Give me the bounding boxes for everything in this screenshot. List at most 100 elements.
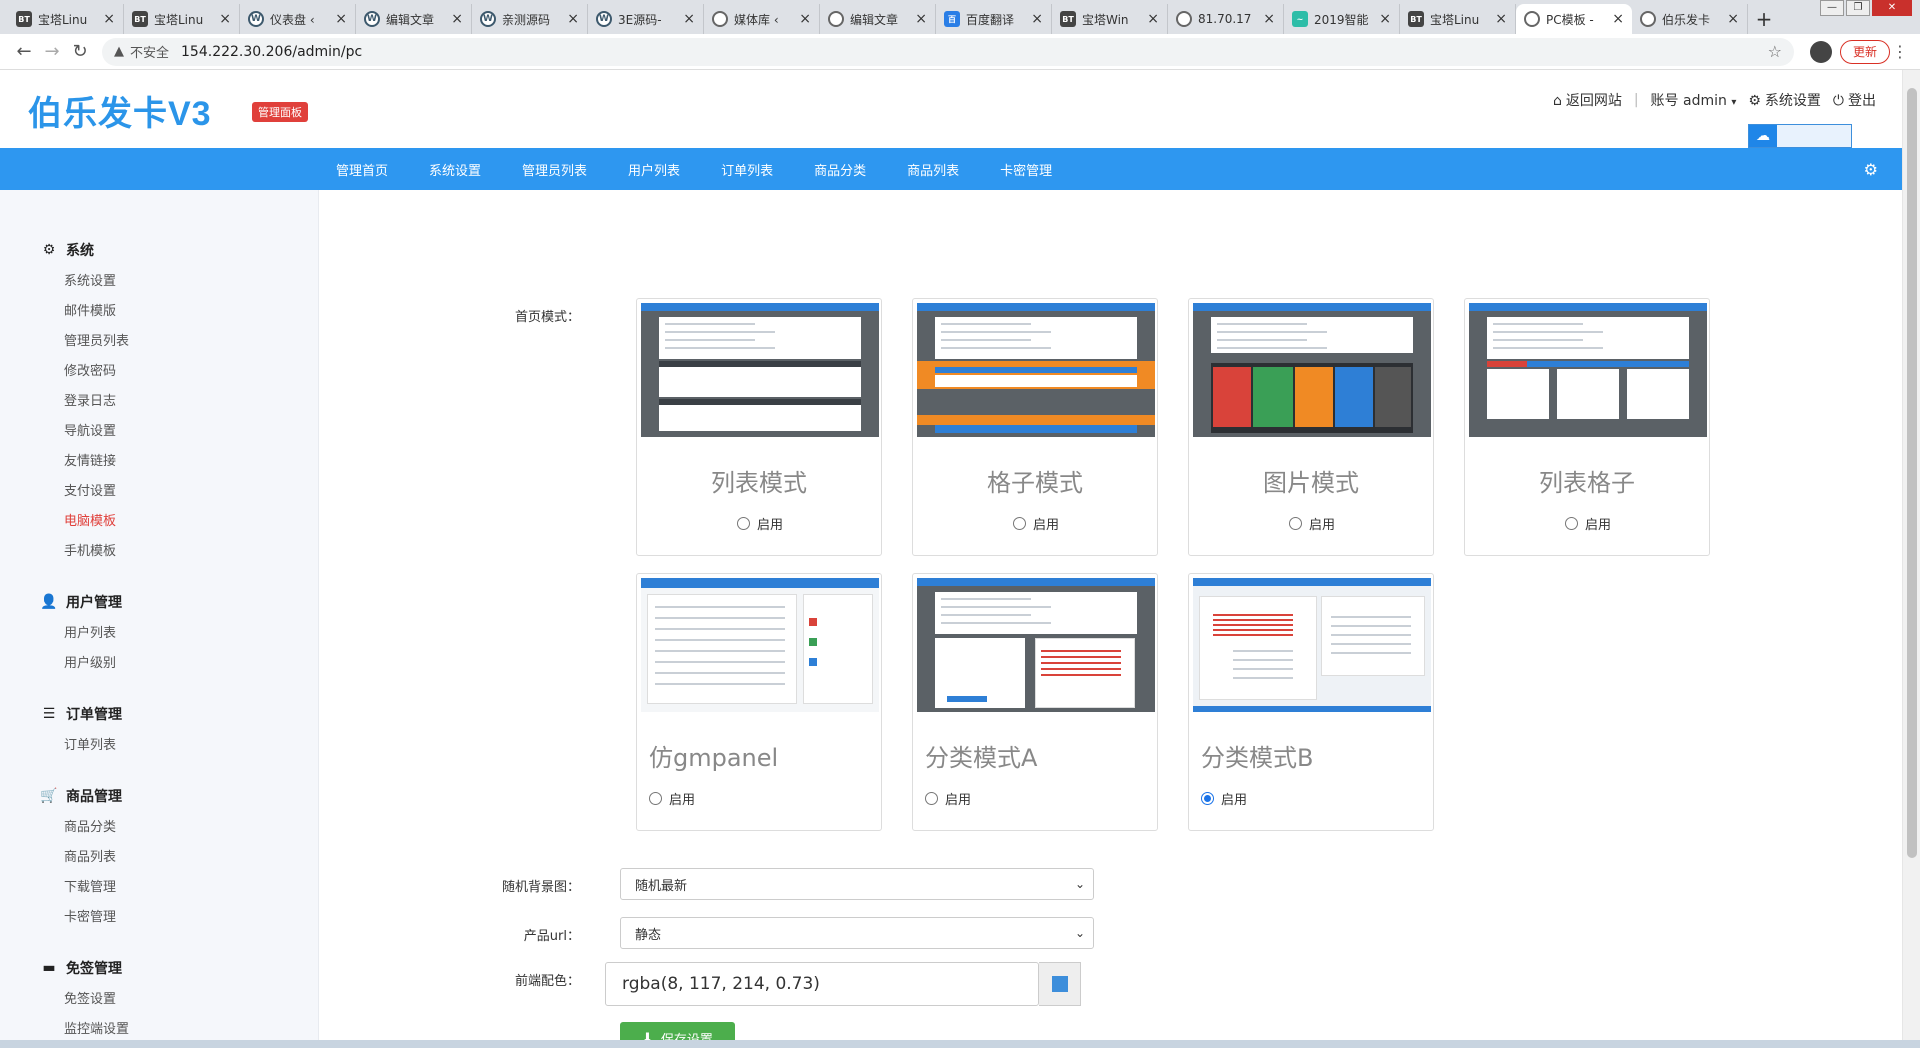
- template-card[interactable]: 列表格子 启用: [1464, 298, 1710, 556]
- topnav-item[interactable]: 商品列表: [907, 160, 959, 179]
- sidebar-item[interactable]: 支付设置: [64, 480, 116, 499]
- browser-tab[interactable]: 伯乐发卡 ×: [1632, 4, 1748, 34]
- sidebar-item[interactable]: 用户级别: [64, 652, 116, 671]
- radio-circle[interactable]: [737, 517, 750, 530]
- account-dropdown[interactable]: 账号 admin ▾: [1651, 90, 1737, 110]
- return-site-link[interactable]: ⌂ 返回网站: [1553, 90, 1622, 110]
- new-tab-button[interactable]: +: [1748, 4, 1780, 34]
- sidebar-item[interactable]: 下载管理: [64, 876, 116, 895]
- browser-tab[interactable]: W 亲测源码 ×: [472, 4, 588, 34]
- radio-circle[interactable]: [1013, 517, 1026, 530]
- page-scrollbar[interactable]: [1902, 70, 1920, 1048]
- radio-circle[interactable]: [925, 792, 938, 805]
- browser-tab[interactable]: W 3E源码- ×: [588, 4, 704, 34]
- minimize-button[interactable]: —: [1820, 0, 1844, 16]
- sidebar-item[interactable]: 修改密码: [64, 360, 116, 379]
- close-tab-icon[interactable]: ×: [219, 11, 231, 27]
- reload-button[interactable]: ↻: [66, 38, 94, 66]
- browser-tab[interactable]: 编辑文章 ×: [820, 4, 936, 34]
- template-radio[interactable]: 启用: [1289, 514, 1335, 533]
- radio-circle[interactable]: [1289, 517, 1302, 530]
- template-radio[interactable]: 启用: [925, 789, 971, 808]
- sidebar-item[interactable]: 登录日志: [64, 390, 116, 409]
- back-button[interactable]: ←: [10, 38, 38, 66]
- sidebar-item[interactable]: 导航设置: [64, 420, 116, 439]
- browser-tab[interactable]: ~2019智能 ×: [1284, 4, 1400, 34]
- browser-menu-icon[interactable]: ⋮: [1890, 42, 1910, 61]
- browser-tab[interactable]: PC模板 - ×: [1516, 4, 1632, 34]
- system-settings-link[interactable]: ⚙ 系统设置: [1748, 90, 1821, 110]
- close-tab-icon[interactable]: ×: [1495, 11, 1507, 27]
- sidebar-item[interactable]: 管理员列表: [64, 330, 129, 349]
- sidebar-item[interactable]: 订单列表: [64, 734, 116, 753]
- radio-circle[interactable]: [649, 792, 662, 805]
- sidebar-item[interactable]: 手机模板: [64, 540, 116, 559]
- sidebar-item[interactable]: 监控端设置: [64, 1018, 129, 1037]
- topnav-item[interactable]: 用户列表: [628, 160, 680, 179]
- sidebar-item[interactable]: 免签设置: [64, 988, 116, 1007]
- url-select[interactable]: 静态 ⌄: [620, 917, 1094, 949]
- template-radio[interactable]: 启用: [649, 789, 695, 808]
- browser-tab[interactable]: BT 宝塔Linu ×: [8, 4, 124, 34]
- close-tab-icon[interactable]: ×: [1031, 11, 1043, 27]
- close-tab-icon[interactable]: ×: [1147, 11, 1159, 27]
- topnav-item[interactable]: 管理员列表: [522, 160, 587, 179]
- forward-button[interactable]: →: [38, 38, 66, 66]
- site-logo[interactable]: 伯乐发卡V3: [28, 86, 212, 135]
- sidebar-item[interactable]: 用户列表: [64, 622, 116, 641]
- template-card[interactable]: 列表模式 启用: [636, 298, 882, 556]
- update-button[interactable]: 更新: [1839, 39, 1890, 64]
- topnav-item[interactable]: 管理首页: [336, 160, 388, 179]
- sidebar-item[interactable]: 卡密管理: [64, 906, 116, 925]
- template-card[interactable]: 分类模式B 启用: [1188, 573, 1434, 831]
- topnav-item[interactable]: 商品分类: [814, 160, 866, 179]
- url-text[interactable]: 154.222.30.206/admin/pc: [181, 44, 1768, 60]
- sidebar-item[interactable]: 商品列表: [64, 846, 116, 865]
- sidebar-item[interactable]: 友情链接: [64, 450, 116, 469]
- topnav-item[interactable]: 系统设置: [429, 160, 481, 179]
- browser-tab[interactable]: BT 宝塔Linu ×: [124, 4, 240, 34]
- browser-tab[interactable]: W 仪表盘 ‹ ×: [240, 4, 356, 34]
- browser-tab[interactable]: 媒体库 ‹ ×: [704, 4, 820, 34]
- close-tab-icon[interactable]: ×: [1727, 11, 1739, 27]
- close-tab-icon[interactable]: ×: [451, 11, 463, 27]
- close-tab-icon[interactable]: ×: [915, 11, 927, 27]
- profile-avatar[interactable]: [1809, 40, 1832, 63]
- browser-tab[interactable]: W 编辑文章 ×: [356, 4, 472, 34]
- template-card[interactable]: 分类模式A 启用: [912, 573, 1158, 831]
- topnav-item[interactable]: 订单列表: [721, 160, 773, 179]
- template-card[interactable]: 仿gmpanel 启用: [636, 573, 882, 831]
- maximize-button[interactable]: ❐: [1846, 0, 1870, 16]
- template-card[interactable]: 图片模式 启用: [1188, 298, 1434, 556]
- sidebar-item[interactable]: 邮件模版: [64, 300, 116, 319]
- sidebar-item[interactable]: 商品分类: [64, 816, 116, 835]
- nav-gear-icon[interactable]: ⚙: [1864, 160, 1878, 179]
- close-tab-icon[interactable]: ×: [567, 11, 579, 27]
- close-tab-icon[interactable]: ×: [799, 11, 811, 27]
- radio-circle[interactable]: [1201, 792, 1214, 805]
- browser-tab[interactable]: BT 宝塔Linu ×: [1400, 4, 1516, 34]
- radio-circle[interactable]: [1565, 517, 1578, 530]
- close-tab-icon[interactable]: ×: [683, 11, 695, 27]
- template-radio[interactable]: 启用: [1565, 514, 1611, 533]
- close-tab-icon[interactable]: ×: [1263, 11, 1275, 27]
- template-radio[interactable]: 启用: [1013, 514, 1059, 533]
- color-picker-button[interactable]: [1039, 962, 1081, 1006]
- address-bar[interactable]: ▲ 不安全 154.222.30.206/admin/pc ☆: [102, 37, 1794, 66]
- browser-tab[interactable]: BT 宝塔Win ×: [1052, 4, 1168, 34]
- close-tab-icon[interactable]: ×: [103, 11, 115, 27]
- browser-tab[interactable]: 81.70.17 ×: [1168, 4, 1284, 34]
- color-input[interactable]: rgba(8, 117, 214, 0.73): [605, 962, 1039, 1006]
- close-tab-icon[interactable]: ×: [1379, 11, 1391, 27]
- cloud-widget[interactable]: ☁: [1748, 124, 1852, 148]
- template-card[interactable]: 格子模式 启用: [912, 298, 1158, 556]
- close-tab-icon[interactable]: ×: [335, 11, 347, 27]
- sidebar-item[interactable]: 系统设置: [64, 270, 116, 289]
- template-radio[interactable]: 启用: [1201, 789, 1247, 808]
- scrollbar-thumb[interactable]: [1907, 88, 1917, 858]
- close-window-button[interactable]: ✕: [1872, 0, 1912, 16]
- topnav-item[interactable]: 卡密管理: [1000, 160, 1052, 179]
- browser-tab[interactable]: 百百度翻译 ×: [936, 4, 1052, 34]
- logout-link[interactable]: ⏻ 登出: [1833, 90, 1876, 110]
- bg-select[interactable]: 随机最新 ⌄: [620, 868, 1094, 900]
